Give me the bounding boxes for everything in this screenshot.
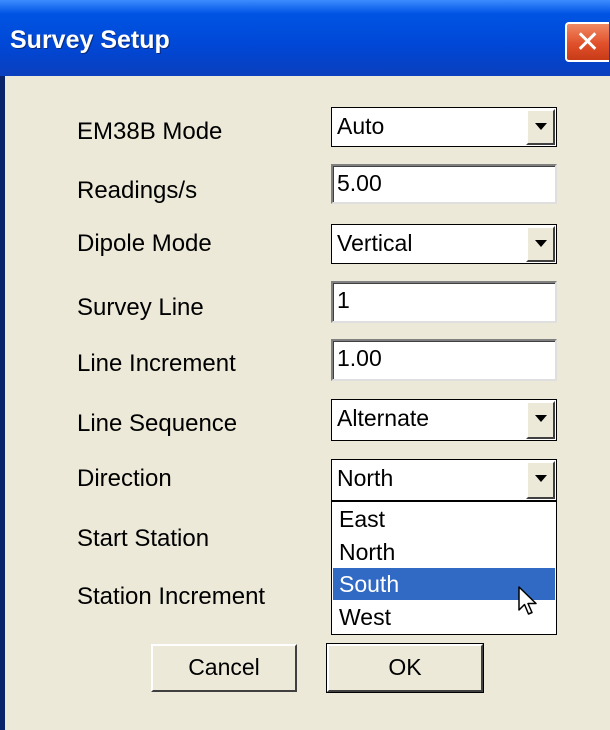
- survey-line-label: Survey Line: [77, 294, 204, 321]
- dipole-mode-dropdown-button[interactable]: [526, 226, 555, 262]
- chevron-down-icon: [535, 240, 547, 247]
- em38b-mode-dropdown-button[interactable]: [526, 109, 555, 145]
- dipole-mode-select[interactable]: Vertical: [331, 224, 557, 264]
- chevron-down-icon: [535, 123, 547, 130]
- close-icon: ✕: [575, 25, 601, 60]
- line-increment-input[interactable]: 1.00: [331, 339, 557, 381]
- line-sequence-value: Alternate: [337, 405, 430, 431]
- survey-line-input[interactable]: 1: [331, 281, 557, 323]
- station-increment-label: Station Increment: [77, 583, 266, 610]
- line-sequence-dropdown-button[interactable]: [526, 401, 555, 439]
- direction-label: Direction: [77, 465, 172, 492]
- readings-per-s-label: Readings/s: [77, 177, 198, 204]
- line-sequence-select[interactable]: Alternate: [331, 399, 557, 441]
- cancel-button[interactable]: Cancel: [151, 644, 297, 692]
- line-increment-value: 1.00: [337, 345, 382, 371]
- dipole-mode-label: Dipole Mode: [77, 230, 212, 257]
- dipole-mode-value: Vertical: [337, 230, 413, 256]
- ok-button[interactable]: OK: [326, 643, 484, 693]
- line-increment-label: Line Increment: [77, 350, 236, 377]
- survey-line-value: 1: [337, 287, 350, 313]
- start-station-label: Start Station: [77, 525, 210, 552]
- em38b-mode-label: EM38B Mode: [77, 118, 223, 145]
- em38b-mode-select[interactable]: Auto: [331, 107, 557, 147]
- direction-option-east[interactable]: East: [333, 503, 555, 535]
- title-bar[interactable]: Survey Setup ✕: [0, 0, 610, 76]
- direction-option-north[interactable]: North: [333, 536, 555, 568]
- mouse-pointer-icon: [518, 586, 537, 615]
- readings-per-s-input[interactable]: 5.00: [331, 164, 557, 204]
- close-button[interactable]: ✕: [565, 22, 609, 62]
- direction-value: North: [337, 465, 394, 491]
- readings-per-s-value: 5.00: [337, 170, 382, 196]
- window-title: Survey Setup: [10, 26, 170, 54]
- chevron-down-icon: [535, 415, 547, 422]
- chevron-down-icon: [535, 475, 547, 482]
- em38b-mode-value: Auto: [337, 113, 385, 139]
- direction-dropdown-button[interactable]: [526, 461, 555, 499]
- direction-select[interactable]: North: [331, 459, 557, 501]
- line-sequence-label: Line Sequence: [77, 410, 238, 437]
